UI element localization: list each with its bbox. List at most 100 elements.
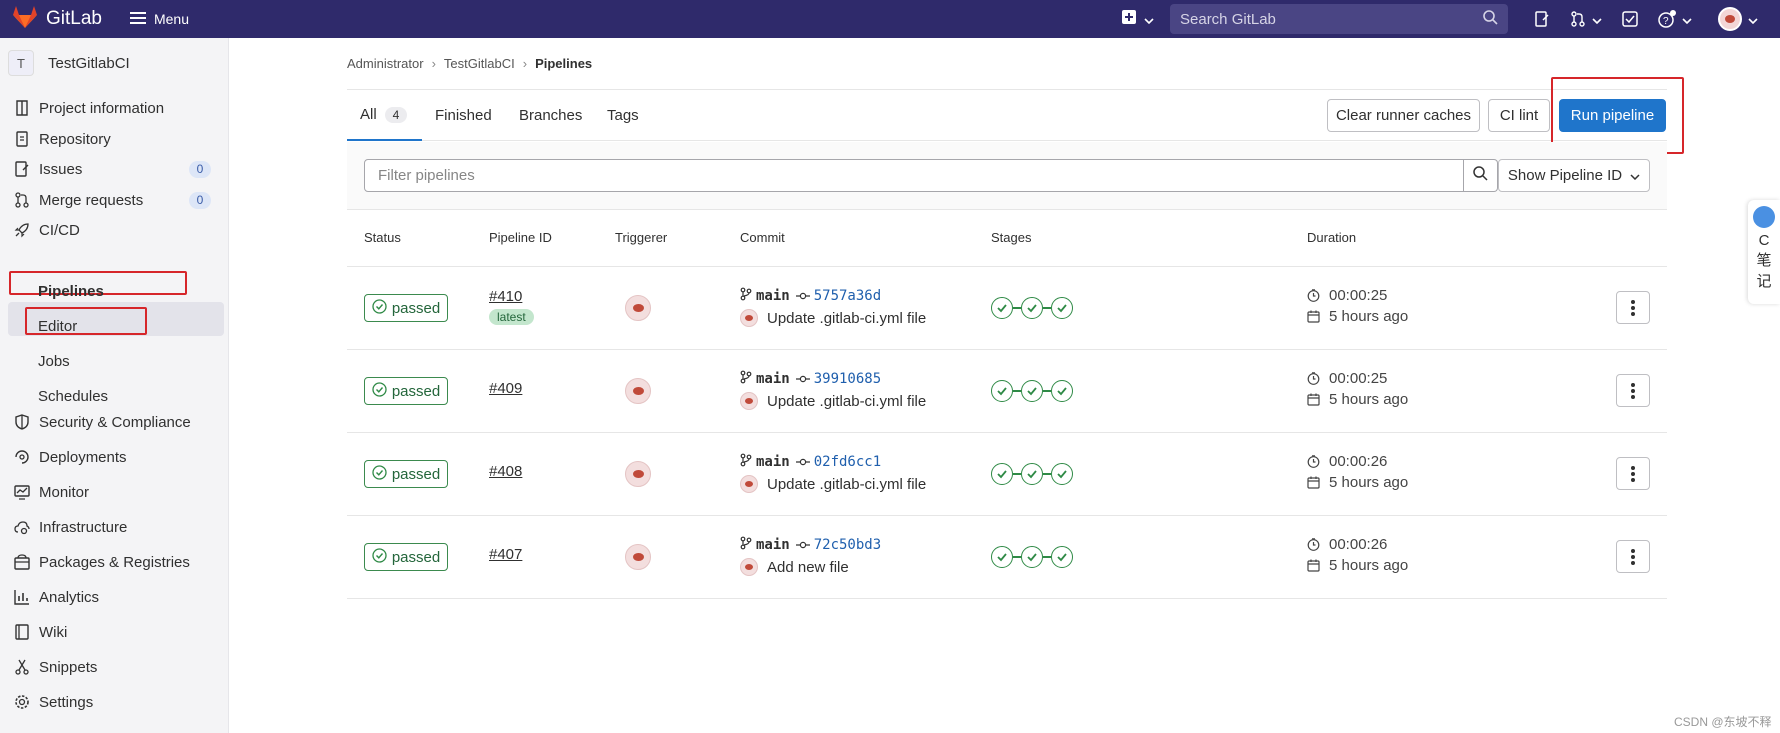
ci-lint-button[interactable]: CI lint: [1488, 99, 1550, 132]
branch-name-link[interactable]: main: [756, 454, 790, 470]
sidebar-item-infrastructure[interactable]: Infrastructure: [0, 513, 229, 541]
pipeline-id-link[interactable]: #407: [489, 546, 522, 563]
commit-message-link[interactable]: Update .gitlab-ci.yml file: [767, 476, 926, 493]
project-header[interactable]: T TestGitlabCI: [0, 38, 228, 88]
sidebar-subitem-jobs[interactable]: Jobs: [38, 348, 70, 374]
stage-connector: [1013, 556, 1021, 558]
commit-author-avatar[interactable]: [740, 309, 758, 327]
sidebar-item-deployments[interactable]: Deployments: [0, 443, 229, 471]
kebab-dot: [1631, 548, 1635, 553]
more-actions-button[interactable]: [1616, 374, 1650, 407]
header-duration: Duration: [1307, 230, 1357, 245]
gitlab-home-link[interactable]: GitLab: [12, 5, 102, 33]
user-menu[interactable]: [1718, 7, 1758, 31]
more-actions-button[interactable]: [1616, 291, 1650, 324]
commit-sha-link[interactable]: 39910685: [814, 371, 881, 387]
branch-name-link[interactable]: main: [756, 371, 790, 387]
stage-passed-icon[interactable]: [991, 380, 1013, 402]
breadcrumb-current[interactable]: Pipelines: [535, 56, 592, 71]
kebab-dot: [1631, 305, 1635, 310]
sidebar-item-label: Deployments: [39, 448, 127, 466]
status-badge[interactable]: passed: [364, 294, 448, 322]
tab-branches[interactable]: Branches: [519, 90, 582, 141]
search-input[interactable]: Search GitLab: [1170, 4, 1508, 34]
commit-message-link[interactable]: Update .gitlab-ci.yml file: [767, 310, 926, 327]
more-actions-button[interactable]: [1616, 457, 1650, 490]
tab-all[interactable]: All 4: [347, 90, 422, 141]
triggerer-avatar[interactable]: [625, 544, 651, 570]
sidebar-subitem-editor[interactable]: Editor: [38, 313, 77, 339]
triggerer-avatar[interactable]: [625, 378, 651, 404]
commit-author-avatar[interactable]: [740, 392, 758, 410]
commit-message-link[interactable]: Add new file: [767, 559, 849, 576]
table-row: passed #407 main 72c50bd3 Add new file 00:00:…: [347, 516, 1667, 599]
issues-count-badge: 0: [189, 160, 211, 178]
commit-message-link[interactable]: Update .gitlab-ci.yml file: [767, 393, 926, 410]
sidebar-subitem-pipelines[interactable]: Pipelines: [38, 278, 104, 304]
pipeline-id-link[interactable]: #409: [489, 380, 522, 397]
sidebar-item-merge-requests[interactable]: Merge requests 0: [0, 186, 229, 214]
stage-passed-icon[interactable]: [991, 546, 1013, 568]
sidebar-item-settings[interactable]: Settings: [0, 688, 229, 716]
doc-icon: [13, 130, 31, 148]
breadcrumb-project[interactable]: TestGitlabCI: [444, 56, 515, 71]
sidebar-item-monitor[interactable]: Monitor: [0, 478, 229, 506]
side-notes-widget[interactable]: C 笔 记: [1748, 200, 1780, 304]
commit-sha-link[interactable]: 02fd6cc1: [814, 454, 881, 470]
pipeline-id-link[interactable]: #408: [489, 463, 522, 480]
triggerer-avatar[interactable]: [625, 295, 651, 321]
commit-author-avatar[interactable]: [740, 475, 758, 493]
stage-passed-icon[interactable]: [991, 463, 1013, 485]
sidebar-item-security-compliance[interactable]: Security & Compliance: [0, 408, 229, 436]
new-dropdown[interactable]: [1122, 10, 1154, 28]
stage-passed-icon[interactable]: [1021, 380, 1043, 402]
shield-icon: [13, 413, 31, 431]
breadcrumb-administrator[interactable]: Administrator: [347, 56, 424, 71]
sidebar-item-packages-registries[interactable]: Packages & Registries: [0, 548, 229, 576]
more-actions-button[interactable]: [1616, 540, 1650, 573]
sidebar-item-label: Analytics: [39, 588, 100, 606]
filter-pipelines-input[interactable]: Filter pipelines: [364, 159, 1464, 192]
sidebar-item-label: Repository: [39, 130, 111, 148]
tab-finished[interactable]: Finished: [435, 90, 492, 141]
stage-passed-icon[interactable]: [1051, 463, 1073, 485]
menu-button[interactable]: Menu: [129, 11, 189, 27]
sidebar-item-project-information[interactable]: Project information: [0, 94, 229, 122]
stage-passed-icon[interactable]: [1021, 546, 1043, 568]
sidebar-item-analytics[interactable]: Analytics: [0, 583, 229, 611]
sidebar-item-issues[interactable]: Issues 0: [0, 155, 229, 183]
stage-passed-icon[interactable]: [1021, 463, 1043, 485]
pipeline-id-sort-dropdown[interactable]: Show Pipeline ID: [1498, 159, 1650, 192]
project-avatar: T: [8, 50, 34, 76]
stage-connector: [1043, 473, 1051, 475]
sidebar-item-cicd[interactable]: CI/CD: [0, 216, 229, 244]
status-badge[interactable]: passed: [364, 543, 448, 571]
branch-name-link[interactable]: main: [756, 288, 790, 304]
status-badge[interactable]: passed: [364, 460, 448, 488]
help-icon[interactable]: ?: [1658, 10, 1692, 28]
stage-passed-icon[interactable]: [1051, 297, 1073, 319]
stage-passed-icon[interactable]: [1021, 297, 1043, 319]
triggerer-avatar[interactable]: [625, 461, 651, 487]
branch-name-link[interactable]: main: [756, 537, 790, 553]
merge-requests-nav-icon[interactable]: [1570, 11, 1602, 28]
commit-sha-link[interactable]: 72c50bd3: [814, 537, 881, 553]
clear-runner-caches-button[interactable]: Clear runner caches: [1327, 99, 1480, 132]
sidebar-item-snippets[interactable]: Snippets: [0, 653, 229, 681]
issues-nav-icon[interactable]: [1534, 11, 1550, 27]
check-circle-icon: [372, 381, 387, 401]
commit-author-avatar[interactable]: [740, 558, 758, 576]
status-badge[interactable]: passed: [364, 377, 448, 405]
commit-sha-link[interactable]: 5757a36d: [814, 288, 881, 304]
tab-tags[interactable]: Tags: [607, 90, 639, 141]
stage-passed-icon[interactable]: [991, 297, 1013, 319]
filter-search-button[interactable]: [1464, 159, 1498, 192]
sidebar-subitem-schedules[interactable]: Schedules: [38, 383, 108, 409]
sidebar-item-repository[interactable]: Repository: [0, 125, 229, 153]
sidebar-item-wiki[interactable]: Wiki: [0, 618, 229, 646]
stage-passed-icon[interactable]: [1051, 546, 1073, 568]
stage-passed-icon[interactable]: [1051, 380, 1073, 402]
todos-icon[interactable]: [1622, 11, 1638, 27]
pipeline-id-link[interactable]: #410: [489, 288, 522, 305]
table-row: passed #410 latest main 5757a36d Update .gitl…: [347, 267, 1667, 350]
